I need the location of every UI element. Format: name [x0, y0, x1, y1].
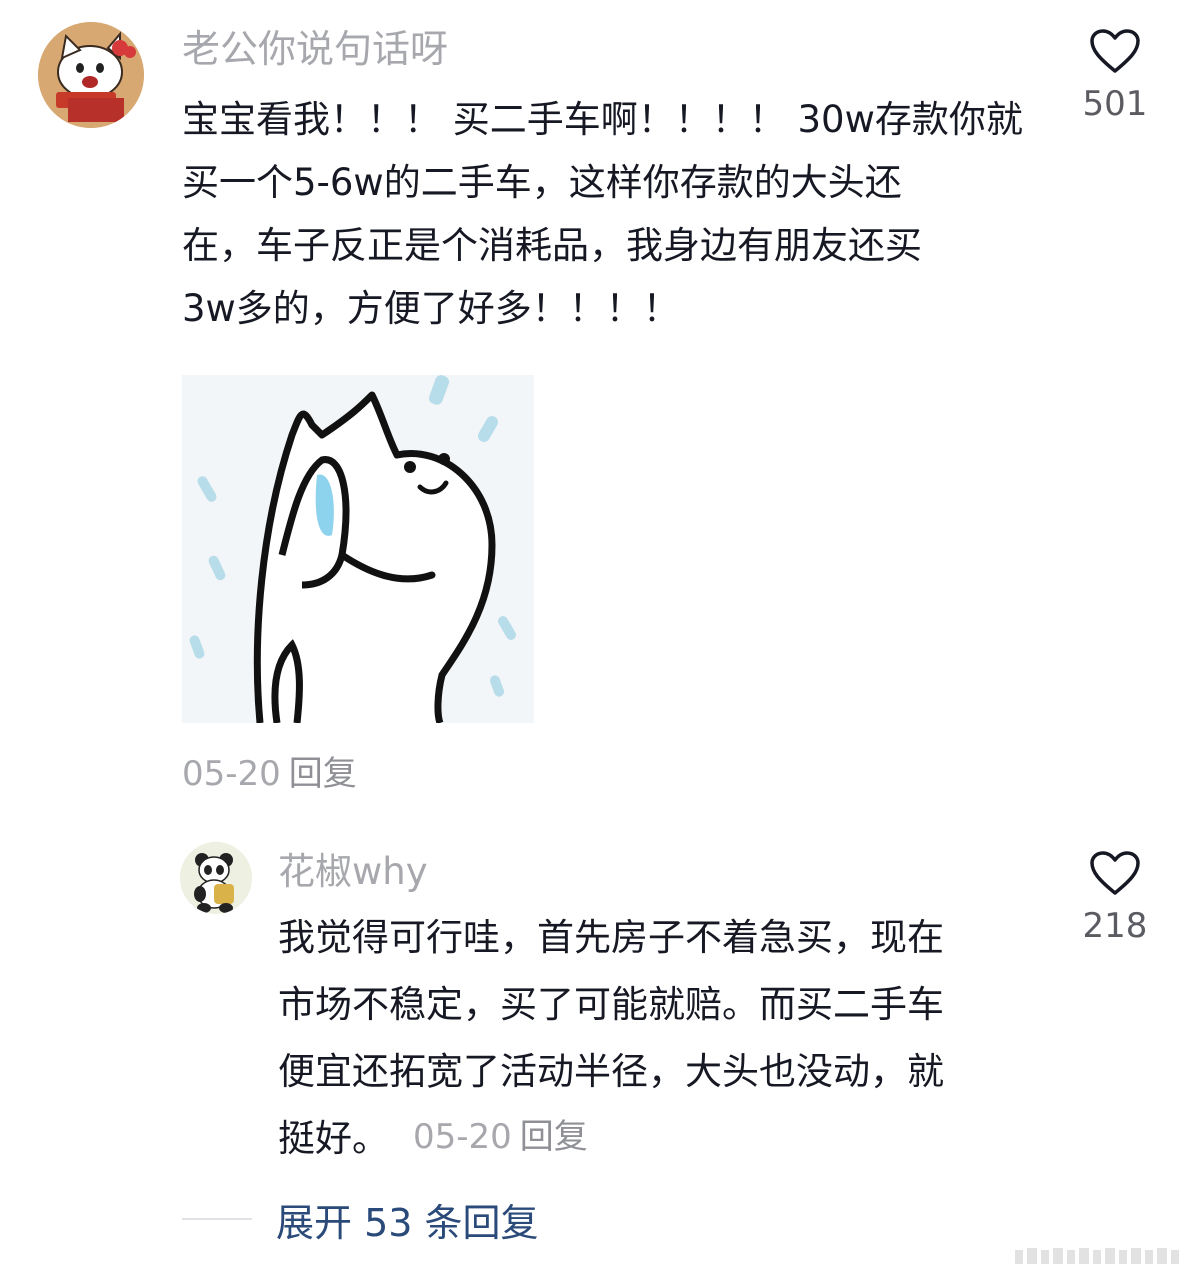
comment-1: 老公你说句话呀 宝宝看我！！！ 买二手车啊！！！！ 30w存款你就 买一个5-6…	[0, 0, 1193, 800]
sticker-image	[182, 375, 534, 725]
reply-button[interactable]: 回复	[289, 754, 357, 794]
like-count: 218	[1082, 906, 1148, 946]
comment-date: 05-20	[413, 1117, 512, 1157]
avatar[interactable]	[38, 22, 144, 128]
comment-date: 05-20	[182, 754, 281, 794]
expand-replies-button[interactable]: 展开 53 条回复	[276, 1192, 539, 1247]
comment-meta: 05-20 回复	[182, 752, 357, 796]
hello-kitty-avatar-icon	[38, 22, 144, 128]
username[interactable]: 花椒why	[278, 848, 428, 896]
like-group: 501	[1070, 28, 1160, 124]
username[interactable]: 老公你说句话呀	[182, 24, 448, 74]
watermark-icon	[1015, 1248, 1179, 1264]
like-group: 218	[1070, 850, 1160, 946]
comment-meta: 05-20 回复	[413, 1115, 588, 1159]
expand-replies-row[interactable]: 展开 53 条回复	[182, 1192, 539, 1246]
like-count: 501	[1082, 84, 1148, 124]
divider	[182, 1218, 252, 1220]
comment-text: 我觉得可行哇，首先房子不着急买，现在 市场不稳定，买了可能就赔。而买二手车 便宜…	[278, 916, 944, 1160]
comment-text: 宝宝看我！！！ 买二手车啊！！！！ 30w存款你就 买一个5-6w的二手车，这样…	[182, 98, 1023, 330]
reply-button[interactable]: 回复	[520, 1117, 588, 1157]
comment-2: 花椒why 我觉得可行哇，首先房子不着急买，现在 市场不稳定，买了可能就赔。而买…	[0, 830, 1193, 1170]
avatar[interactable]	[180, 842, 252, 914]
heart-outline-icon[interactable]	[1089, 850, 1141, 896]
cat-wiping-tears-sticker-icon	[182, 375, 534, 725]
heart-outline-icon[interactable]	[1089, 28, 1141, 74]
panda-avatar-icon	[180, 842, 252, 914]
